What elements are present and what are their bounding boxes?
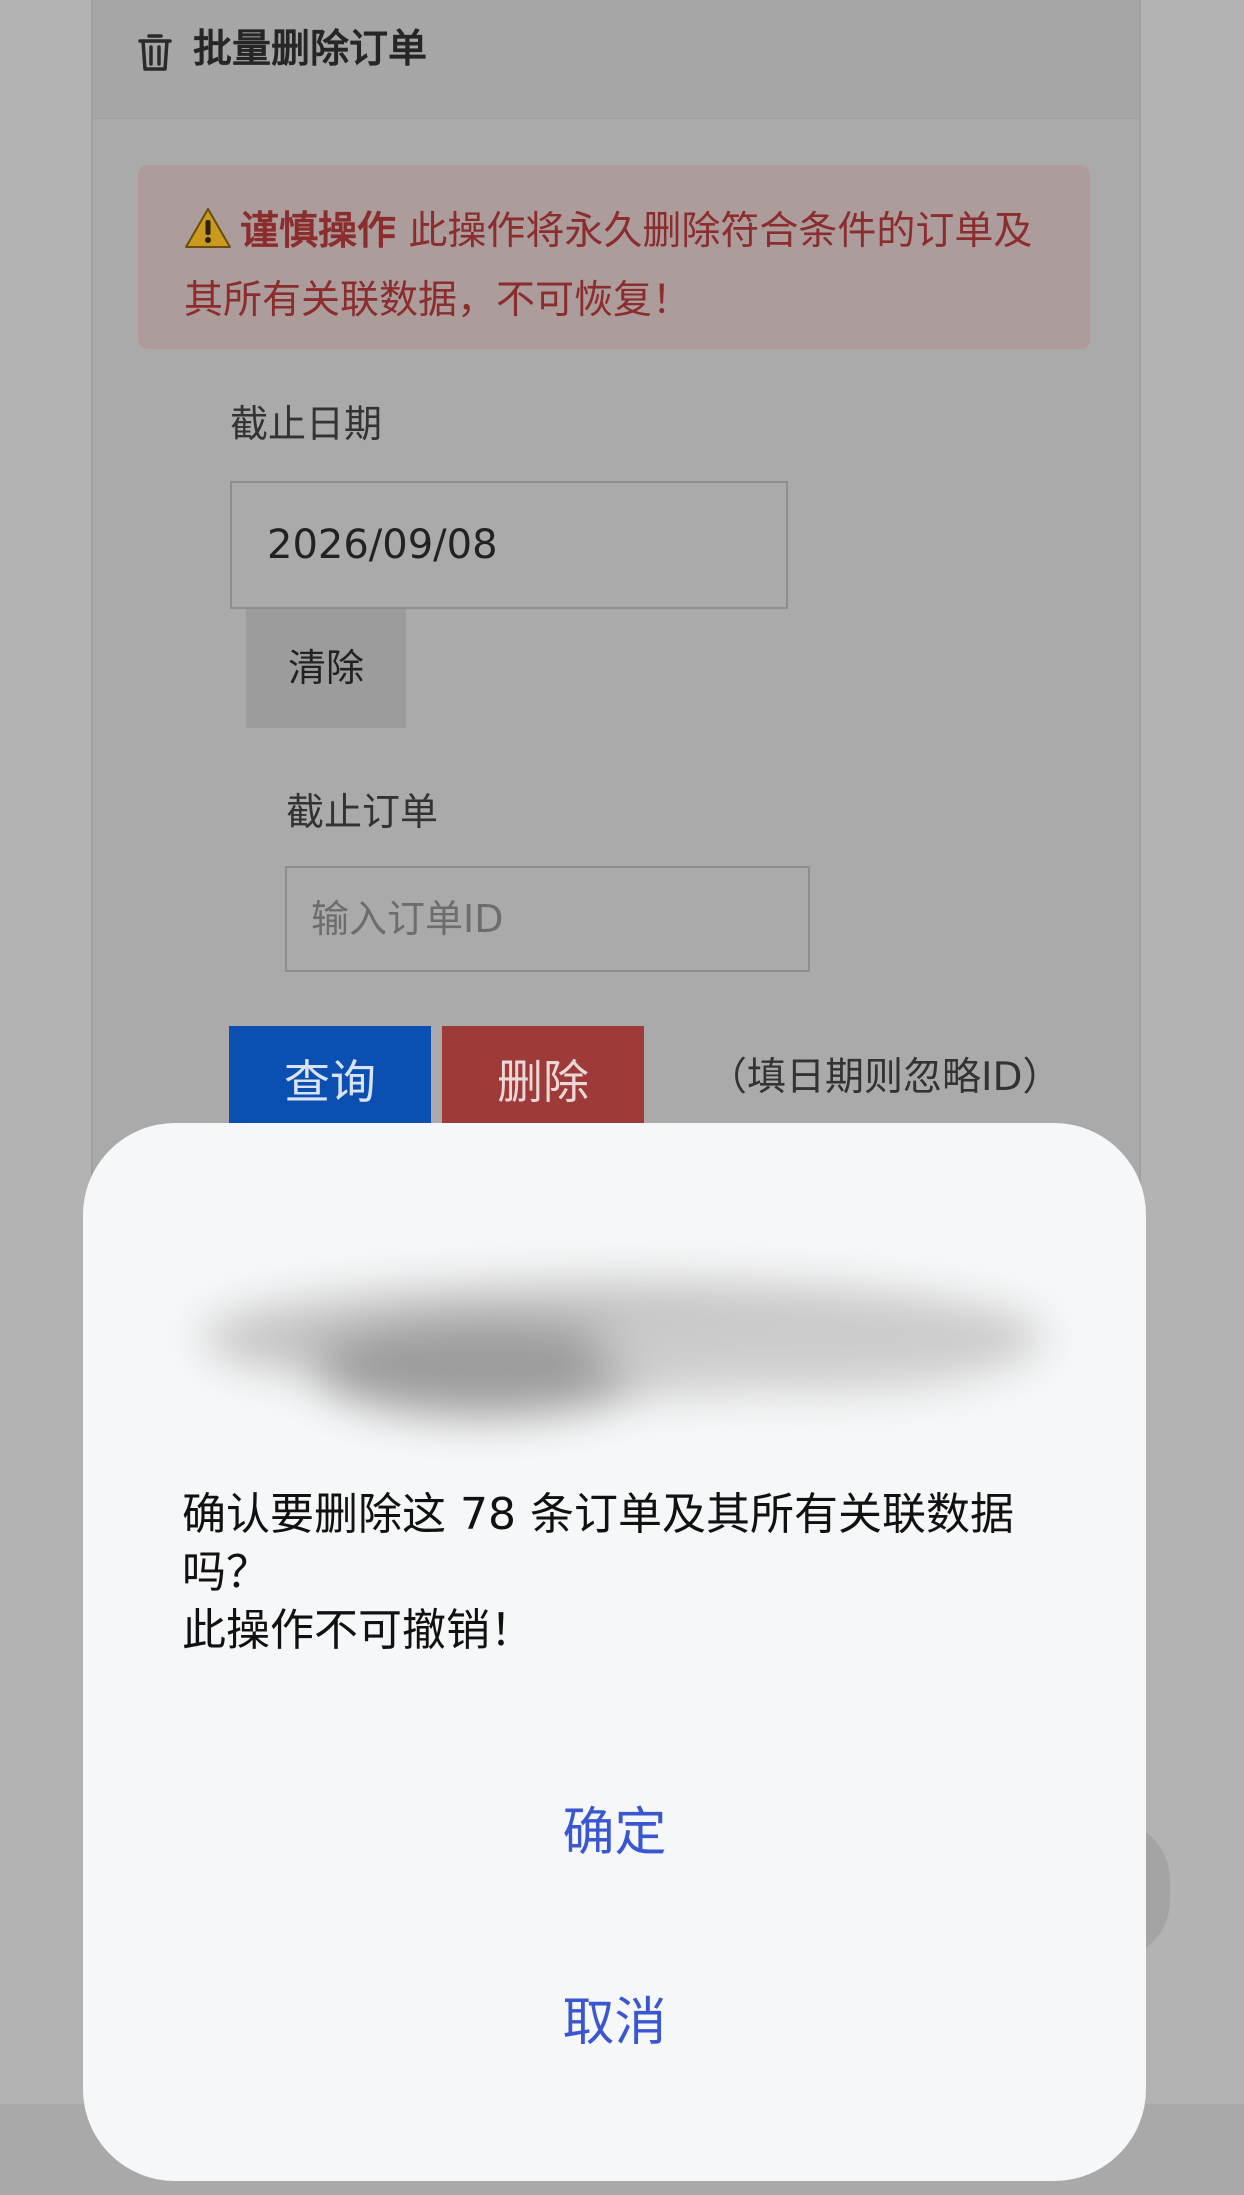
- date-input[interactable]: 2026/09/08: [230, 481, 788, 609]
- date-label: 截止日期: [230, 402, 383, 446]
- page-title: 批量删除订单: [193, 27, 428, 72]
- dialog-message: 确认要删除这 78 条订单及其所有关联数据吗？ 此操作不可撤销！: [182, 1489, 1014, 1656]
- warning-icon: [184, 203, 232, 248]
- trash-icon: [137, 32, 173, 72]
- page-header: 批量删除订单: [93, 0, 1139, 119]
- clear-button[interactable]: 清除: [246, 609, 406, 728]
- redacted-title: [203, 1283, 1043, 1416]
- order-id-input[interactable]: 输入订单ID: [285, 866, 810, 972]
- confirm-button[interactable]: 确定: [83, 1784, 1146, 1882]
- alert-strong-text: 谨慎操作: [240, 209, 397, 254]
- warning-alert: 谨慎操作 此操作将永久删除符合条件的订单及其所有关联数据，不可恢复！: [138, 165, 1090, 349]
- confirm-dialog: 确认要删除这 78 条订单及其所有关联数据吗？ 此操作不可撤销！ 确定 取消: [83, 1123, 1146, 2181]
- order-label: 截止订单: [286, 790, 439, 834]
- hint-text: （填日期则忽略ID）: [708, 1055, 1062, 1100]
- cancel-button[interactable]: 取消: [83, 1974, 1146, 2072]
